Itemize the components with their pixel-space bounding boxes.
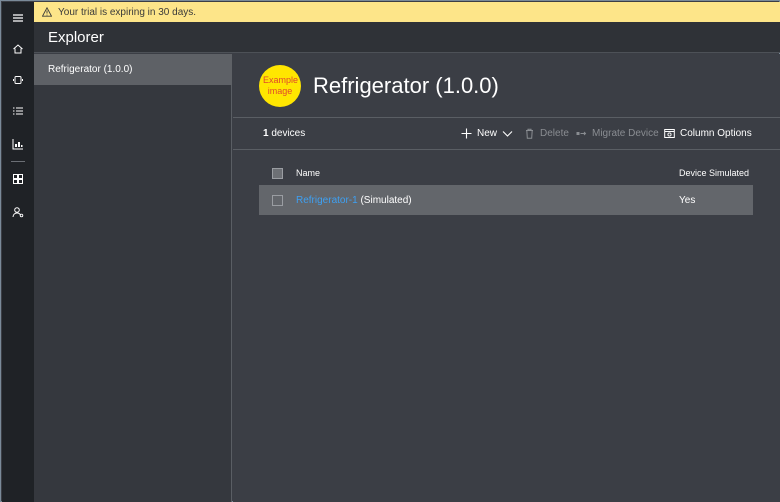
- warning-icon: [42, 7, 52, 17]
- trial-banner-text: Your trial is expiring in 30 days.: [58, 6, 197, 18]
- devices-icon[interactable]: [2, 66, 34, 94]
- device-name-link[interactable]: Refrigerator-1: [296, 195, 358, 206]
- dashboard-icon[interactable]: [2, 165, 34, 193]
- example-image-label: Example image: [263, 74, 299, 96]
- device-name-cell: Refrigerator-1 (Simulated): [296, 195, 412, 206]
- toolbar: 1 devices New Delete Migrate Device Colu…: [233, 118, 780, 150]
- migrate-device-button[interactable]: Migrate Device: [576, 128, 659, 139]
- main-panel: Example image Refrigerator (1.0.0) 1 dev…: [233, 54, 780, 502]
- rail-divider: [11, 161, 25, 162]
- chevron-down-icon: [502, 131, 513, 137]
- template-image: Example image: [259, 64, 301, 107]
- table-header: Name Device Simulated: [259, 160, 753, 186]
- device-count-label: devices: [268, 128, 306, 139]
- page-header: Explorer: [34, 22, 780, 53]
- plus-icon: [461, 128, 472, 139]
- trial-banner: Your trial is expiring in 30 days.: [34, 2, 780, 22]
- device-simulated-cell: Yes: [679, 194, 696, 206]
- template-list: Refrigerator (1.0.0): [34, 54, 232, 502]
- analytics-icon[interactable]: [2, 130, 34, 158]
- new-button-label: New: [477, 128, 498, 139]
- header-title: Explorer: [48, 28, 104, 46]
- new-button[interactable]: New: [461, 128, 513, 139]
- migrate-icon: [576, 131, 587, 136]
- column-header-name[interactable]: Name: [296, 168, 320, 178]
- app-window: Your trial is expiring in 30 days. Explo…: [0, 0, 780, 502]
- column-options-label: Column Options: [680, 128, 752, 139]
- page-title: Refrigerator (1.0.0): [313, 72, 499, 98]
- migrate-device-label: Migrate Device: [592, 128, 659, 139]
- trash-icon: [526, 128, 533, 139]
- column-options-icon: [664, 129, 675, 138]
- delete-button-label: Delete: [540, 128, 569, 139]
- table-row[interactable]: Refrigerator-1 (Simulated) Yes: [259, 185, 753, 215]
- rules-icon[interactable]: [2, 97, 34, 125]
- title-row: Example image Refrigerator (1.0.0): [233, 54, 780, 118]
- template-item-label: Refrigerator (1.0.0): [48, 64, 133, 75]
- home-icon[interactable]: [2, 35, 34, 63]
- column-header-device-simulated[interactable]: Device Simulated: [679, 168, 749, 178]
- device-name-suffix: (Simulated): [357, 194, 412, 206]
- menu-icon[interactable]: [2, 4, 34, 32]
- row-checkbox[interactable]: [272, 194, 283, 206]
- column-options-button[interactable]: Column Options: [664, 128, 752, 139]
- select-all-checkbox[interactable]: [272, 167, 283, 179]
- device-count: 1 devices: [263, 128, 305, 139]
- template-item-refrigerator[interactable]: Refrigerator (1.0.0): [34, 54, 232, 85]
- delete-button[interactable]: Delete: [524, 128, 569, 139]
- nav-rail: [2, 2, 34, 502]
- admin-icon[interactable]: [2, 198, 34, 226]
